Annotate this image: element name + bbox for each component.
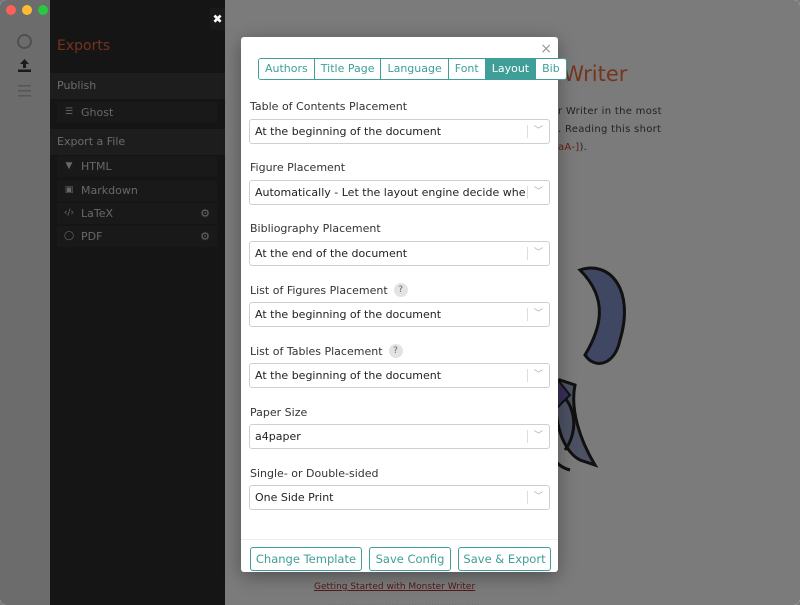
export-settings-dialog: × Authors Title Page Language Font Layou… [241, 37, 567, 572]
list-of-tables-placement-label: List of Tables Placement ? [250, 344, 403, 358]
select-value: One Side Print [255, 491, 334, 504]
bibliography-placement-label: Bibliography Placement [250, 222, 381, 235]
close-window-button[interactable] [6, 5, 16, 15]
list-of-figures-placement-label: List of Figures Placement ? [250, 283, 408, 297]
sidedness-select[interactable]: One Side Print ﹀ [249, 485, 550, 510]
paper-size-label: Paper Size [250, 406, 308, 419]
chevron-down-icon: ﹀ [533, 370, 543, 380]
chevron-down-icon: ﹀ [533, 248, 543, 258]
window-controls [6, 5, 48, 15]
chevron-down-icon: ﹀ [533, 309, 543, 319]
save-export-button[interactable]: Save & Export [458, 547, 551, 571]
toc-placement-label: Table of Contents Placement [250, 100, 408, 113]
help-icon[interactable]: ? [388, 344, 403, 358]
figure-placement-select[interactable]: Automatically - Let the layout engine de… [249, 180, 550, 205]
dialog-footer: Change Template Save Config Save & Expor… [241, 539, 558, 572]
list-of-tables-placement-select[interactable]: At the beginning of the document ﹀ [249, 363, 550, 388]
tab-authors[interactable]: Authors [259, 59, 315, 79]
tab-bib[interactable]: Bib [536, 59, 566, 79]
help-icon[interactable]: ? [393, 283, 408, 297]
minimize-window-button[interactable] [22, 5, 32, 15]
paper-size-select[interactable]: a4paper ﹀ [249, 424, 550, 449]
select-value: At the end of the document [255, 247, 408, 260]
bibliography-placement-select[interactable]: At the end of the document ﹀ [249, 241, 550, 266]
close-dialog-icon[interactable]: × [540, 41, 552, 57]
tab-layout[interactable]: Layout [485, 59, 537, 79]
chevron-down-icon: ﹀ [533, 431, 543, 441]
app-window: ✖ Exports Publish ☰ Ghost Export a File … [0, 0, 800, 605]
chevron-down-icon: ﹀ [533, 492, 543, 502]
select-value: a4paper [255, 430, 301, 443]
save-config-button[interactable]: Save Config [369, 547, 451, 571]
select-value: Automatically - Let the layout engine de… [255, 186, 525, 199]
select-value: At the beginning of the document [255, 125, 442, 138]
sidedness-label: Single- or Double-sided [250, 467, 379, 480]
list-of-figures-placement-select[interactable]: At the beginning of the document ﹀ [249, 302, 550, 327]
tab-language[interactable]: Language [381, 59, 449, 79]
close-sidebar-icon[interactable]: ✖ [210, 8, 225, 30]
toc-placement-select[interactable]: At the beginning of the document ﹀ [249, 119, 550, 144]
figure-placement-label: Figure Placement [250, 161, 346, 174]
change-template-button[interactable]: Change Template [250, 547, 362, 571]
select-value: At the beginning of the document [255, 369, 442, 382]
select-value: At the beginning of the document [255, 308, 442, 321]
zoom-window-button[interactable] [38, 5, 48, 15]
tab-font[interactable]: Font [448, 59, 486, 79]
tab-title-page[interactable]: Title Page [314, 59, 382, 79]
chevron-down-icon: ﹀ [533, 187, 543, 197]
chevron-down-icon: ﹀ [533, 126, 543, 136]
settings-tabs: Authors Title Page Language Font Layout … [258, 58, 567, 80]
